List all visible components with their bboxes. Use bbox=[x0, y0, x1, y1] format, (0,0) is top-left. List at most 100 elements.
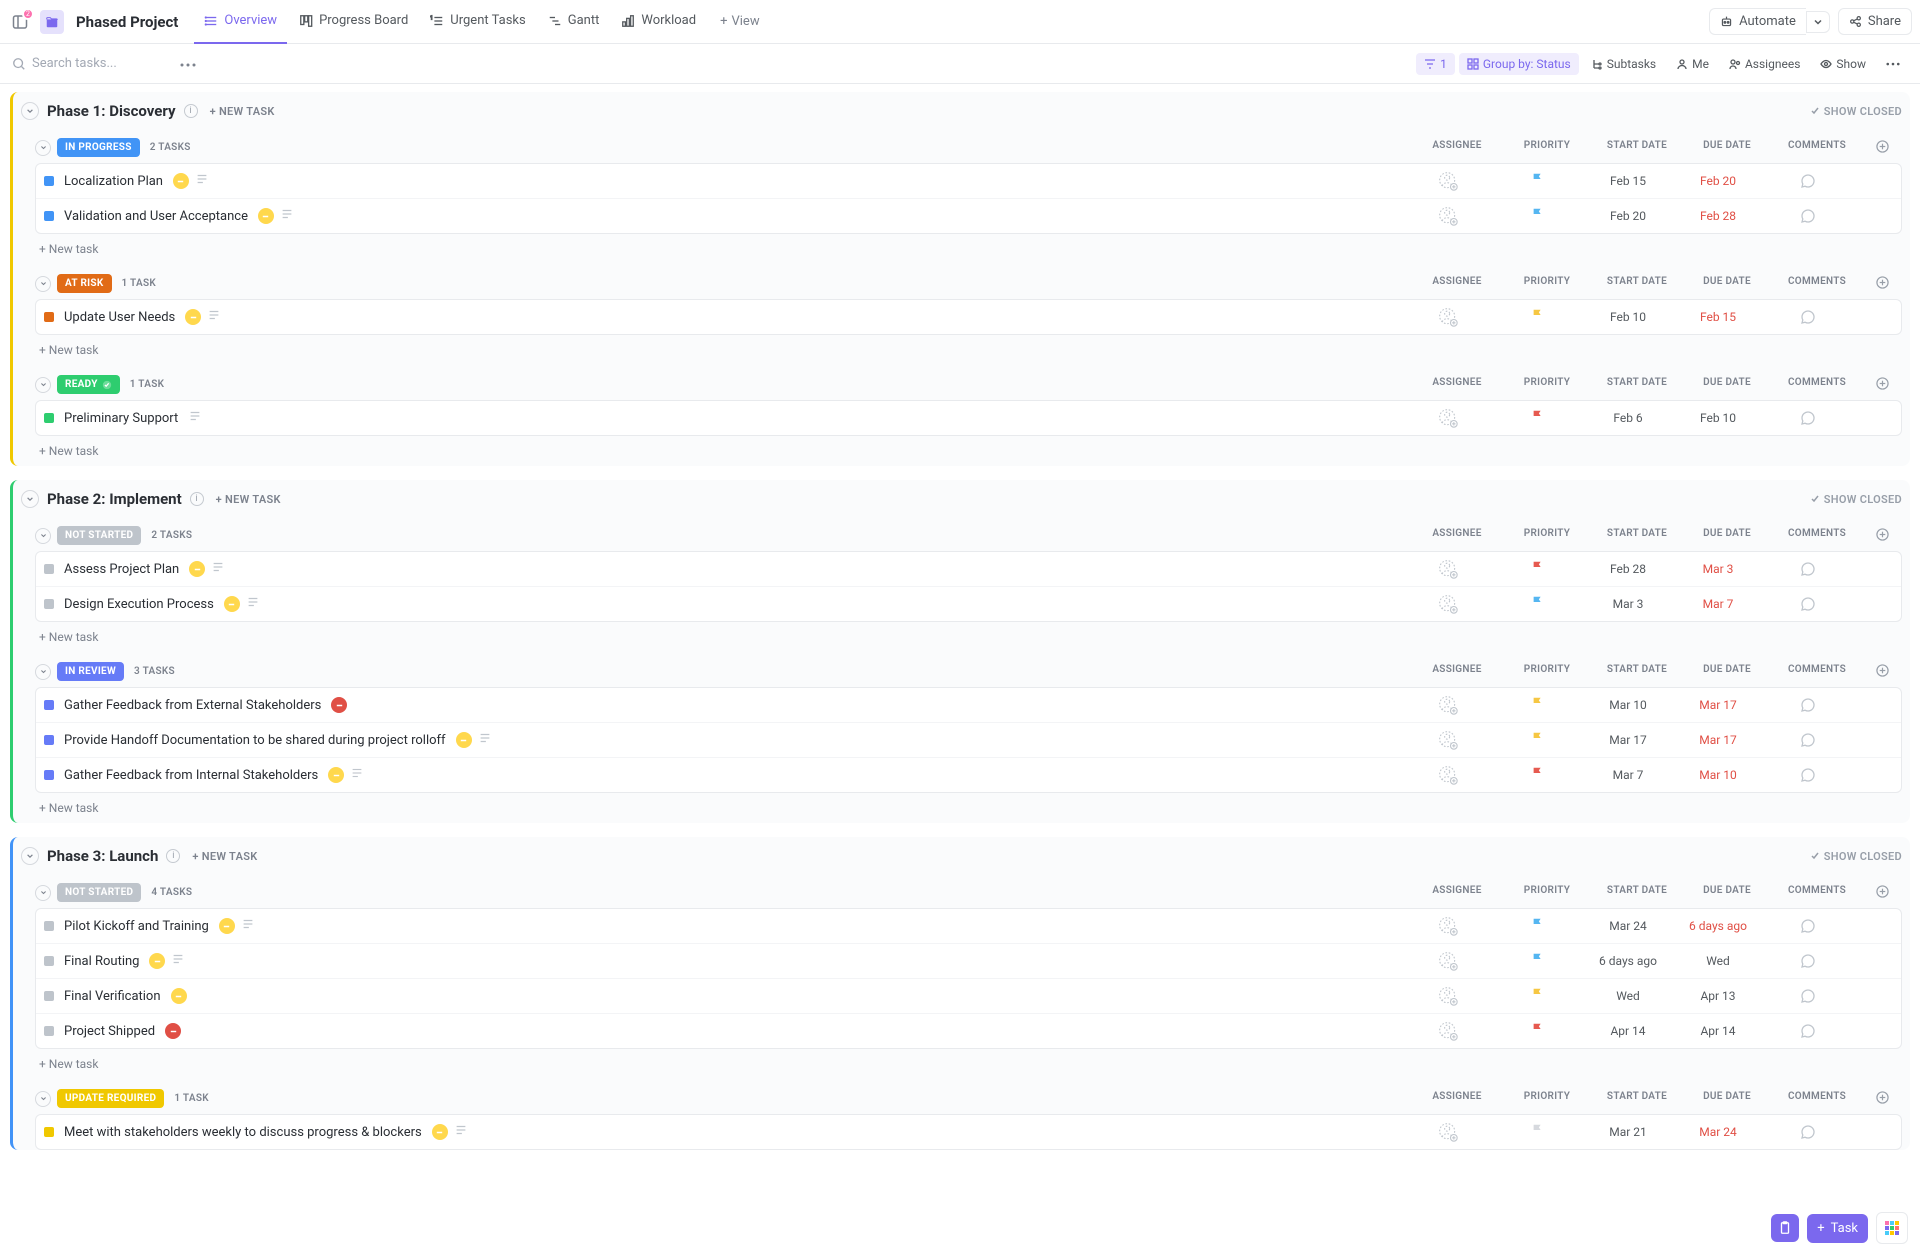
tab-overview[interactable]: Overview bbox=[194, 0, 287, 44]
show-chip[interactable]: Show bbox=[1812, 53, 1874, 75]
assignee-cell[interactable] bbox=[1403, 695, 1493, 715]
task-row[interactable]: Localization PlanFeb 15Feb 20 bbox=[36, 164, 1901, 199]
assignee-cell[interactable] bbox=[1403, 916, 1493, 936]
automate-button[interactable]: Automate bbox=[1709, 8, 1806, 35]
priority-flag[interactable] bbox=[1493, 696, 1583, 714]
status-square[interactable] bbox=[44, 599, 54, 609]
due-date[interactable]: Apr 14 bbox=[1673, 1024, 1763, 1038]
assignee-cell[interactable] bbox=[1403, 765, 1493, 785]
due-date[interactable]: Feb 28 bbox=[1673, 209, 1763, 223]
description-icon[interactable] bbox=[207, 308, 221, 326]
group-collapse[interactable] bbox=[35, 377, 51, 393]
description-icon[interactable] bbox=[195, 172, 209, 190]
description-icon[interactable] bbox=[478, 731, 492, 749]
priority-flag[interactable] bbox=[1493, 560, 1583, 578]
description-icon[interactable] bbox=[171, 952, 185, 970]
due-date[interactable]: Mar 3 bbox=[1673, 562, 1763, 576]
status-pill[interactable]: IN REVIEW bbox=[57, 662, 124, 681]
priority-flag[interactable] bbox=[1493, 917, 1583, 935]
new-task-row[interactable]: + New task bbox=[35, 335, 1902, 365]
filter-count-chip[interactable]: 1 bbox=[1416, 53, 1455, 75]
new-task-row[interactable]: + New task bbox=[35, 622, 1902, 652]
start-date[interactable]: Feb 10 bbox=[1583, 310, 1673, 324]
comments-cell[interactable] bbox=[1763, 596, 1853, 612]
group-by-chip[interactable]: Group by: Status bbox=[1459, 53, 1579, 75]
status-square[interactable] bbox=[44, 921, 54, 931]
start-date[interactable]: Mar 21 bbox=[1583, 1125, 1673, 1139]
task-row[interactable]: Design Execution ProcessMar 3Mar 7 bbox=[36, 587, 1901, 621]
start-date[interactable]: Mar 17 bbox=[1583, 733, 1673, 747]
assignee-cell[interactable] bbox=[1403, 594, 1493, 614]
info-icon[interactable]: i bbox=[166, 849, 180, 863]
due-date[interactable]: Feb 15 bbox=[1673, 310, 1763, 324]
description-icon[interactable] bbox=[241, 917, 255, 935]
priority-flag[interactable] bbox=[1493, 1123, 1583, 1141]
status-square[interactable] bbox=[44, 564, 54, 574]
start-date[interactable]: Mar 10 bbox=[1583, 698, 1673, 712]
info-icon[interactable]: i bbox=[184, 104, 198, 118]
status-square[interactable] bbox=[44, 700, 54, 710]
group-collapse[interactable] bbox=[35, 1091, 51, 1107]
task-row[interactable]: Preliminary SupportFeb 6Feb 10 bbox=[36, 401, 1901, 435]
add-column[interactable] bbox=[1862, 377, 1902, 393]
assignee-cell[interactable] bbox=[1403, 730, 1493, 750]
search-input[interactable] bbox=[32, 56, 172, 71]
start-date[interactable]: Feb 20 bbox=[1583, 209, 1673, 223]
new-task-row[interactable]: + New task bbox=[35, 1049, 1902, 1079]
due-date[interactable]: Mar 17 bbox=[1673, 698, 1763, 712]
priority-flag[interactable] bbox=[1493, 207, 1583, 225]
task-row[interactable]: Meet with stakeholders weekly to discuss… bbox=[36, 1115, 1901, 1149]
assignee-cell[interactable] bbox=[1403, 408, 1493, 428]
show-closed[interactable]: SHOW CLOSED bbox=[1810, 105, 1902, 118]
new-task-row[interactable]: + New task bbox=[35, 436, 1902, 466]
due-date[interactable]: Wed bbox=[1673, 954, 1763, 968]
description-icon[interactable] bbox=[454, 1123, 468, 1141]
search-options[interactable] bbox=[180, 56, 196, 71]
status-square[interactable] bbox=[44, 991, 54, 1001]
me-chip[interactable]: Me bbox=[1668, 53, 1717, 75]
start-date[interactable]: Wed bbox=[1583, 989, 1673, 1003]
due-date[interactable]: 6 days ago bbox=[1673, 919, 1763, 933]
start-date[interactable]: Feb 15 bbox=[1583, 174, 1673, 188]
comments-cell[interactable] bbox=[1763, 309, 1853, 325]
start-date[interactable]: Mar 24 bbox=[1583, 919, 1673, 933]
status-square[interactable] bbox=[44, 1127, 54, 1137]
due-date[interactable]: Mar 10 bbox=[1673, 768, 1763, 782]
status-square[interactable] bbox=[44, 1026, 54, 1036]
phase-collapse[interactable] bbox=[21, 102, 39, 120]
status-square[interactable] bbox=[44, 770, 54, 780]
start-date[interactable]: Apr 14 bbox=[1583, 1024, 1673, 1038]
phase-new-task[interactable]: + NEW TASK bbox=[210, 105, 275, 118]
project-icon[interactable] bbox=[40, 10, 64, 34]
comments-cell[interactable] bbox=[1763, 410, 1853, 426]
description-icon[interactable] bbox=[280, 207, 294, 225]
start-date[interactable]: Feb 6 bbox=[1583, 411, 1673, 425]
phase-collapse[interactable] bbox=[21, 847, 39, 865]
priority-flag[interactable] bbox=[1493, 1022, 1583, 1040]
phase-new-task[interactable]: + NEW TASK bbox=[216, 493, 281, 506]
assignee-cell[interactable] bbox=[1403, 171, 1493, 191]
clipboard-button[interactable] bbox=[1771, 1214, 1799, 1242]
comments-cell[interactable] bbox=[1763, 953, 1853, 969]
group-collapse[interactable] bbox=[35, 276, 51, 292]
comments-cell[interactable] bbox=[1763, 697, 1853, 713]
description-icon[interactable] bbox=[350, 766, 364, 784]
task-row[interactable]: Final Routing6 days agoWed bbox=[36, 944, 1901, 979]
status-pill[interactable]: NOT STARTED bbox=[57, 883, 141, 902]
due-date[interactable]: Mar 24 bbox=[1673, 1125, 1763, 1139]
priority-flag[interactable] bbox=[1493, 766, 1583, 784]
add-column[interactable] bbox=[1862, 885, 1902, 901]
comments-cell[interactable] bbox=[1763, 732, 1853, 748]
sidebar-toggle[interactable]: 2 bbox=[8, 10, 32, 34]
status-square[interactable] bbox=[44, 956, 54, 966]
assignee-cell[interactable] bbox=[1403, 206, 1493, 226]
description-icon[interactable] bbox=[246, 595, 260, 613]
status-square[interactable] bbox=[44, 211, 54, 221]
description-icon[interactable] bbox=[211, 560, 225, 578]
task-row[interactable]: Update User NeedsFeb 10Feb 15 bbox=[36, 300, 1901, 334]
new-task-row[interactable]: + New task bbox=[35, 793, 1902, 823]
add-column[interactable] bbox=[1862, 1091, 1902, 1107]
status-square[interactable] bbox=[44, 413, 54, 423]
assignees-chip[interactable]: Assignees bbox=[1721, 53, 1808, 75]
group-collapse[interactable] bbox=[35, 885, 51, 901]
